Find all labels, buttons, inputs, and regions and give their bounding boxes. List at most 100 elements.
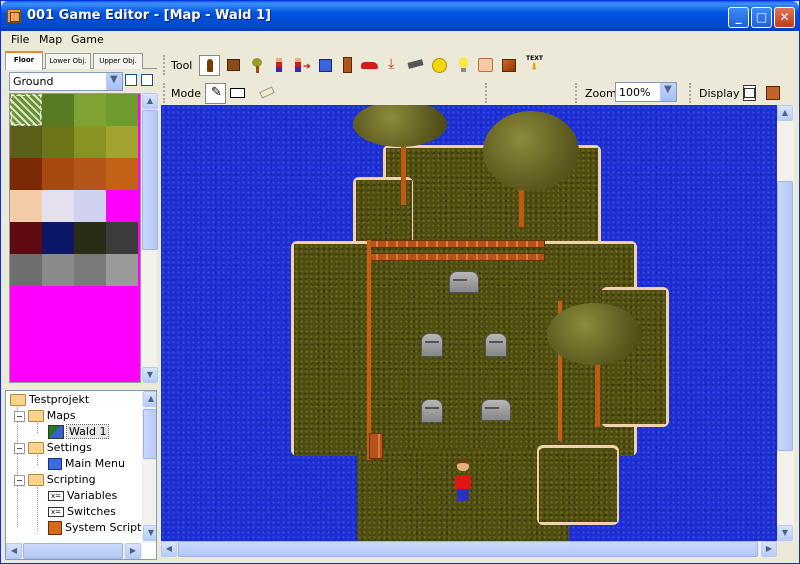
tab-upper-obj[interactable]: Upper Obj. <box>93 53 143 69</box>
toolbar-grip[interactable] <box>485 83 488 103</box>
tile[interactable] <box>74 190 106 222</box>
tab-floor[interactable]: Floor <box>5 51 43 70</box>
tile[interactable] <box>106 190 138 222</box>
rectangle-mode-button[interactable] <box>227 83 248 104</box>
npc-tool-button[interactable]: ➔ <box>291 55 312 76</box>
tile-tool-button[interactable] <box>223 55 244 76</box>
scroll-down-button[interactable]: ▼ <box>143 525 156 541</box>
map-canvas[interactable] <box>161 105 777 541</box>
menu-file[interactable]: File <box>11 33 29 46</box>
tile-palette[interactable] <box>9 93 141 383</box>
tree-item-maps[interactable]: − Maps <box>14 409 76 425</box>
tile[interactable] <box>42 94 74 126</box>
tree-item-system-scripts[interactable]: System Scripts <box>48 521 147 537</box>
tree-item-main-menu[interactable]: Main Menu <box>48 457 125 473</box>
light-tool-button[interactable] <box>453 55 474 76</box>
tree-hscrollbar[interactable]: ◀ ▶ <box>6 543 142 559</box>
display-events-button[interactable] <box>763 83 784 104</box>
tile[interactable] <box>42 190 74 222</box>
tree-scrollbar[interactable]: ▲ ▼ <box>142 391 156 543</box>
toolbar-grip[interactable] <box>575 83 578 103</box>
close-button[interactable]: ✕ <box>774 7 795 28</box>
map-hscrollbar[interactable]: ◀ ▶ <box>161 541 777 557</box>
option-box-1[interactable] <box>125 74 137 86</box>
tile[interactable] <box>10 158 42 190</box>
collapse-icon[interactable]: − <box>14 411 25 422</box>
scroll-down-button[interactable]: ▼ <box>142 367 158 383</box>
option-box-2[interactable] <box>141 74 153 86</box>
tree-item-wald-1[interactable]: Wald 1 <box>48 424 110 441</box>
scroll-thumb[interactable] <box>142 110 158 250</box>
switch-icon: x= <box>48 507 64 517</box>
box-icon <box>502 59 516 72</box>
scroll-up-button[interactable]: ▲ <box>777 105 793 121</box>
minimize-button[interactable]: _ <box>728 7 749 28</box>
tree-item-settings[interactable]: − Settings <box>14 441 92 457</box>
box-tool-button[interactable] <box>499 55 520 76</box>
tile[interactable] <box>74 254 106 286</box>
maximize-button[interactable]: □ <box>751 7 772 28</box>
tile[interactable] <box>74 94 106 126</box>
tile[interactable] <box>10 222 42 254</box>
person-tool-button[interactable] <box>269 55 290 76</box>
collapse-icon[interactable]: − <box>14 475 25 486</box>
tree-root[interactable]: Testprojekt <box>10 393 89 409</box>
scroll-thumb[interactable] <box>143 409 156 459</box>
tree-item-scripting[interactable]: − Scripting <box>14 473 96 489</box>
scroll-right-button[interactable]: ▶ <box>761 541 777 557</box>
block-tool-button[interactable] <box>315 55 336 76</box>
coin-tool-button[interactable] <box>429 55 450 76</box>
menu-game[interactable]: Game <box>71 33 104 46</box>
tile[interactable] <box>106 222 138 254</box>
tile[interactable] <box>106 254 138 286</box>
tile[interactable] <box>106 94 138 126</box>
zoom-select[interactable]: 100% ▼ <box>615 82 677 102</box>
tileset-dropdown-button[interactable]: ▼ <box>106 73 122 90</box>
tile[interactable] <box>10 190 42 222</box>
scroll-left-button[interactable]: ◀ <box>161 541 177 557</box>
scroll-left-button[interactable]: ◀ <box>6 543 22 559</box>
tree-tool-button[interactable] <box>247 55 268 76</box>
download-tool-button[interactable]: ⤓ <box>383 55 404 76</box>
tile[interactable] <box>74 158 106 190</box>
toolbar-grip[interactable] <box>163 55 166 75</box>
text-tool-button[interactable]: TEXT ⬇ <box>523 55 544 76</box>
eraser-mode-button[interactable] <box>257 83 278 104</box>
scroll-thumb[interactable] <box>777 181 793 451</box>
tree-item-variables[interactable]: x= Variables <box>48 489 117 505</box>
toolbar-grip[interactable] <box>689 83 692 103</box>
tile[interactable] <box>42 254 74 286</box>
tile[interactable] <box>10 254 42 286</box>
scroll-up-button[interactable]: ▲ <box>143 391 156 407</box>
tile-palette-scrollbar[interactable]: ▲ ▼ <box>141 93 158 383</box>
pencil-mode-button[interactable]: ✎ <box>205 83 226 104</box>
tile[interactable] <box>74 126 106 158</box>
toolbar-grip[interactable] <box>163 83 166 103</box>
scroll-tool-button[interactable] <box>475 55 496 76</box>
tile[interactable] <box>106 126 138 158</box>
map-vscrollbar[interactable]: ▲ ▼ <box>777 105 794 541</box>
vehicle-tool-button[interactable] <box>359 55 380 76</box>
scroll-right-button[interactable]: ▶ <box>125 543 141 559</box>
tile-selected[interactable] <box>10 94 42 126</box>
tab-lower-obj[interactable]: Lower Obj. <box>45 53 91 69</box>
collapse-icon[interactable]: − <box>14 443 25 454</box>
scroll-up-button[interactable]: ▲ <box>142 93 158 109</box>
tile[interactable] <box>74 222 106 254</box>
tile[interactable] <box>42 158 74 190</box>
cannon-tool-button[interactable] <box>405 55 426 76</box>
tile[interactable] <box>42 126 74 158</box>
scroll-thumb[interactable] <box>23 543 123 559</box>
scroll-thumb[interactable] <box>178 541 758 557</box>
brush-tool-button[interactable] <box>199 55 220 76</box>
tileset-select[interactable]: Ground ▼ <box>9 72 123 91</box>
tile[interactable] <box>42 222 74 254</box>
tree-item-switches[interactable]: x= Switches <box>48 505 116 521</box>
tile[interactable] <box>106 158 138 190</box>
display-grid-button[interactable] <box>739 83 760 104</box>
scroll-down-button[interactable]: ▼ <box>777 525 793 541</box>
zoom-dropdown-button[interactable]: ▼ <box>660 83 676 101</box>
menu-map[interactable]: Map <box>39 33 62 46</box>
door-tool-button[interactable] <box>337 55 358 76</box>
tile[interactable] <box>10 126 42 158</box>
